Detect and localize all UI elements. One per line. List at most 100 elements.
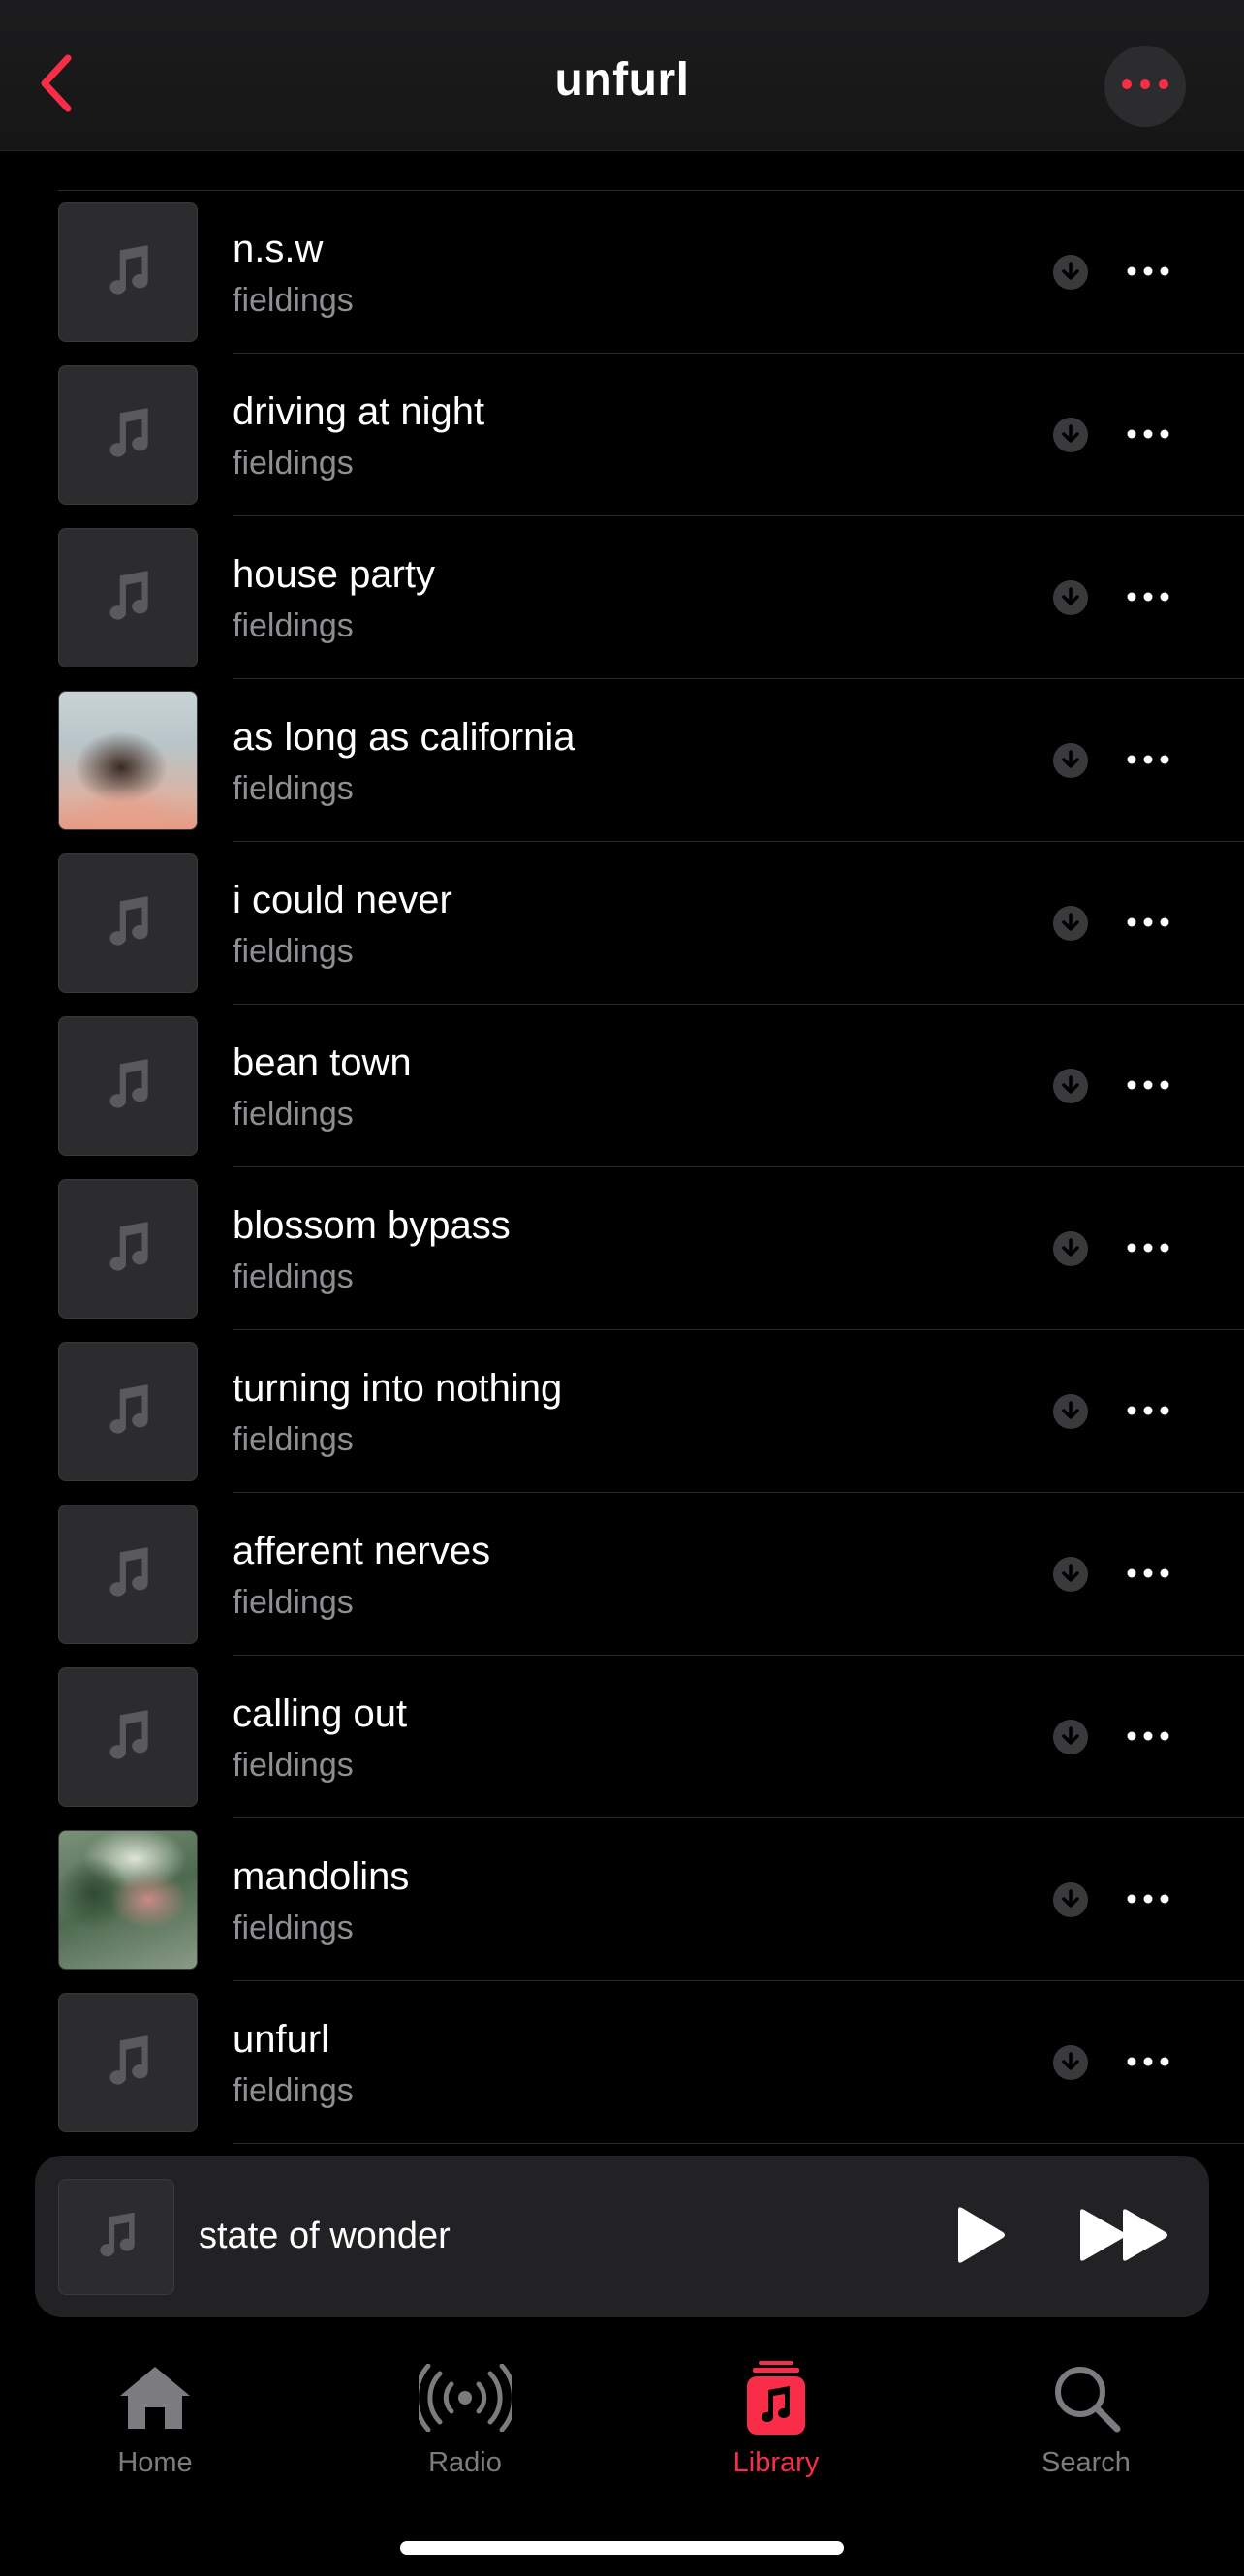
app-screen: unfurl n.s.w fieldings driving at night fie… <box>0 0 1244 2576</box>
track-row[interactable]: i could never fieldings <box>0 842 1244 1005</box>
music-note-icon <box>98 403 158 468</box>
divider <box>233 2143 1244 2144</box>
track-title: n.s.w <box>233 228 324 270</box>
tab-label: Home <box>117 2447 193 2478</box>
track-title: i could never <box>233 879 452 921</box>
track-list[interactable]: n.s.w fieldings driving at night fieldings h… <box>0 151 1244 2147</box>
ellipsis-icon <box>1127 589 1169 606</box>
track-title: as long as california <box>233 716 575 759</box>
tab-search[interactable]: Search <box>989 2354 1183 2490</box>
track-artist: fieldings <box>233 1909 354 1946</box>
music-note-icon <box>89 2208 143 2267</box>
track-more-button[interactable] <box>1124 1880 1172 1919</box>
download-icon[interactable] <box>1053 418 1088 452</box>
artwork-placeholder <box>58 1179 198 1319</box>
track-row[interactable]: house party fieldings <box>0 516 1244 679</box>
ellipsis-icon <box>1127 752 1169 769</box>
mini-player-artwork <box>58 2179 174 2295</box>
track-title: driving at night <box>233 390 485 433</box>
tab-label: Radio <box>428 2447 502 2478</box>
track-artist: fieldings <box>233 282 354 319</box>
ellipsis-icon <box>1127 1728 1169 1746</box>
track-title: calling out <box>233 1692 408 1735</box>
track-row[interactable]: driving at night fieldings <box>0 354 1244 516</box>
track-artist: fieldings <box>233 1747 354 1784</box>
mini-player-title: state of wonder <box>199 2216 451 2256</box>
music-note-icon <box>98 1217 158 1282</box>
track-more-button[interactable] <box>1124 1392 1172 1431</box>
download-icon[interactable] <box>1053 1882 1088 1917</box>
artwork-placeholder <box>58 1505 198 1644</box>
tab-bar: Home Radio Library Search <box>0 2335 1244 2576</box>
track-more-button[interactable] <box>1124 741 1172 780</box>
ellipsis-icon <box>1127 915 1169 932</box>
download-icon[interactable] <box>1053 2045 1088 2080</box>
ellipsis-icon <box>1127 1403 1169 1420</box>
track-artist: fieldings <box>233 1421 354 1458</box>
track-more-button[interactable] <box>1124 1229 1172 1268</box>
fast-forward-button[interactable] <box>1072 2202 1178 2272</box>
music-note-icon <box>98 1054 158 1119</box>
ellipsis-icon <box>1127 426 1169 444</box>
artwork-placeholder <box>58 1342 198 1481</box>
download-icon[interactable] <box>1053 1394 1088 1429</box>
track-more-button[interactable] <box>1124 904 1172 943</box>
track-more-button[interactable] <box>1124 416 1172 454</box>
album-artwork <box>58 1830 198 1970</box>
download-icon[interactable] <box>1053 1720 1088 1754</box>
artwork-placeholder <box>58 202 198 342</box>
track-row[interactable]: n.s.w fieldings <box>0 191 1244 354</box>
artwork-placeholder <box>58 1993 198 2132</box>
track-more-button[interactable] <box>1124 2043 1172 2082</box>
download-icon[interactable] <box>1053 580 1088 615</box>
track-artist: fieldings <box>233 445 354 481</box>
track-artist: fieldings <box>233 1096 354 1133</box>
track-title: bean town <box>233 1041 412 1084</box>
music-note-icon <box>98 1380 158 1444</box>
music-note-icon <box>98 240 158 305</box>
track-title: blossom bypass <box>233 1204 511 1247</box>
artwork-placeholder <box>58 853 198 993</box>
track-row[interactable]: mandolins fieldings <box>0 1818 1244 1981</box>
download-icon[interactable] <box>1053 255 1088 290</box>
track-title: mandolins <box>233 1855 410 1898</box>
ellipsis-icon <box>1127 1077 1169 1095</box>
track-row[interactable]: unfurl fieldings <box>0 1981 1244 2144</box>
track-more-button[interactable] <box>1124 578 1172 617</box>
music-note-icon <box>98 891 158 956</box>
track-row[interactable]: blossom bypass fieldings <box>0 1167 1244 1330</box>
tab-radio[interactable]: Radio <box>368 2354 562 2490</box>
track-more-button[interactable] <box>1124 253 1172 292</box>
mini-player[interactable]: state of wonder <box>35 2156 1209 2317</box>
track-more-button[interactable] <box>1124 1718 1172 1756</box>
music-note-icon <box>98 1542 158 1607</box>
download-icon[interactable] <box>1053 1069 1088 1103</box>
ellipsis-icon <box>1127 1240 1169 1257</box>
download-icon[interactable] <box>1053 743 1088 778</box>
ellipsis-icon <box>1127 264 1169 281</box>
artwork-placeholder <box>58 528 198 667</box>
page-title: unfurl <box>554 54 690 106</box>
track-row[interactable]: bean town fieldings <box>0 1005 1244 1167</box>
artwork-placeholder <box>58 1667 198 1807</box>
tab-library[interactable]: Library <box>679 2354 873 2490</box>
play-button[interactable] <box>941 2202 1018 2272</box>
track-row[interactable]: as long as california fieldings <box>0 679 1244 842</box>
download-icon[interactable] <box>1053 906 1088 941</box>
track-row[interactable]: calling out fieldings <box>0 1656 1244 1818</box>
download-icon[interactable] <box>1053 1557 1088 1592</box>
track-row[interactable]: afferent nerves fieldings <box>0 1493 1244 1656</box>
track-artist: fieldings <box>233 933 354 970</box>
home-indicator[interactable] <box>400 2541 844 2555</box>
track-more-button[interactable] <box>1124 1067 1172 1105</box>
track-row[interactable]: turning into nothing fieldings <box>0 1330 1244 1493</box>
artwork-placeholder <box>58 365 198 505</box>
track-more-button[interactable] <box>1124 1555 1172 1594</box>
music-library-icon <box>679 2354 873 2441</box>
track-artist: fieldings <box>233 1584 354 1621</box>
ellipsis-icon <box>1127 2054 1169 2071</box>
more-options-button[interactable] <box>1104 46 1186 127</box>
tab-home[interactable]: Home <box>58 2354 252 2490</box>
download-icon[interactable] <box>1053 1231 1088 1266</box>
track-artist: fieldings <box>233 1258 354 1295</box>
